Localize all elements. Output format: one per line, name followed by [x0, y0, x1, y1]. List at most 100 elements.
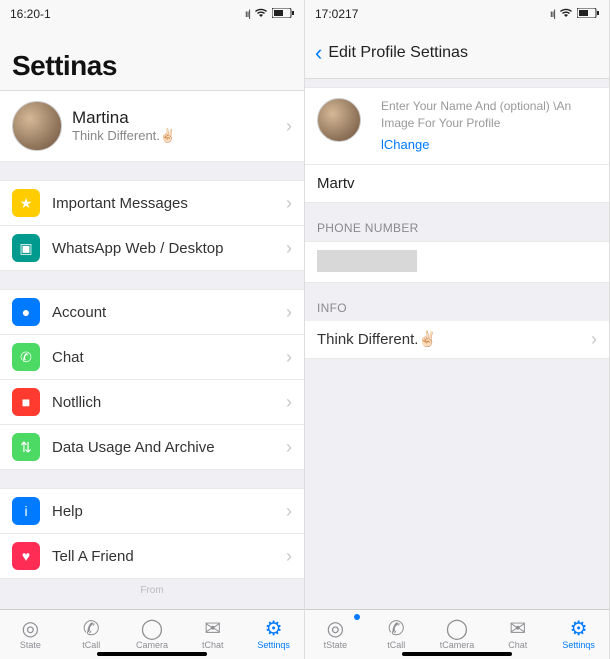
settings-item[interactable]: ✆ Chat›	[0, 335, 304, 380]
tab-icon: ✉	[204, 619, 221, 639]
settings-item[interactable]: ⇅Data Usage And Archive›	[0, 425, 304, 470]
desktop-icon: ▣	[12, 234, 40, 262]
item-label: Notllich	[52, 394, 286, 411]
phone-section-label: PHONE NUMBER	[305, 203, 609, 241]
tab-settinqs[interactable]: ⚙Settinqs	[548, 610, 609, 659]
footer-text: From	[0, 579, 304, 602]
tab-state[interactable]: ◎State	[0, 610, 61, 659]
tab-icon: ✉	[509, 619, 526, 639]
chevron-right-icon: ›	[286, 193, 292, 214]
chevron-right-icon: ›	[286, 437, 292, 458]
settings-list[interactable]: Martina Think Different.✌🏻 › ★ Important …	[0, 91, 304, 609]
settings-item[interactable]: ▣ WhatsApp Web / Desktop›	[0, 226, 304, 271]
bell-icon: ■	[12, 388, 40, 416]
status-indicators: ıı|	[550, 7, 599, 21]
wifi-icon	[254, 7, 268, 21]
home-indicator[interactable]	[402, 652, 512, 656]
info-icon: i	[12, 497, 40, 525]
hint-text: Enter Your Name And (optional) \An Image…	[381, 99, 571, 130]
profile-name: Martina	[72, 108, 286, 128]
tab-tstate[interactable]: ◎tState	[305, 610, 366, 659]
item-label: Important Messages	[52, 195, 286, 212]
phone-block	[305, 241, 609, 283]
avatar	[12, 101, 62, 151]
group-3: iHelp›♥Tell A Friend›	[0, 488, 304, 579]
profile-edit-block: Enter Your Name And (optional) \An Image…	[305, 87, 609, 165]
tab-icon: ✆	[83, 619, 100, 639]
header: Settinas	[0, 28, 304, 91]
page-title: Edit Profile Settinas	[328, 44, 468, 62]
status-bar: 17:0217 ıı|	[305, 0, 609, 28]
battery-icon	[577, 7, 599, 21]
wifi-icon	[559, 7, 573, 21]
heart-icon: ♥	[12, 542, 40, 570]
tab-icon: ✆	[388, 619, 405, 639]
cellular-icon: ıı|	[550, 9, 555, 20]
tab-label: Settinqs	[257, 640, 290, 650]
name-input[interactable]: Martv	[305, 165, 609, 203]
chat-icon: ✆	[12, 343, 40, 371]
info-row[interactable]: Think Different.✌🏻 ›	[305, 321, 609, 359]
item-label: Chat	[52, 349, 286, 366]
phone-number-redacted	[317, 250, 417, 272]
info-section-label: INFO	[305, 283, 609, 321]
chevron-right-icon: ›	[286, 501, 292, 522]
chevron-right-icon: ›	[286, 347, 292, 368]
tab-icon: ◎	[327, 619, 344, 639]
settings-item[interactable]: ♥ Tell A Friend›	[0, 534, 304, 579]
profile-status: Think Different.✌🏻	[72, 128, 286, 144]
settings-screen: 16:20-1 ıı| Settinas Martina Think Diffe…	[0, 0, 305, 659]
tab-settinqs[interactable]: ⚙Settinqs	[243, 610, 304, 659]
tab-icon: ◯	[141, 619, 163, 639]
key-icon: ●	[12, 298, 40, 326]
data-icon: ⇅	[12, 433, 40, 461]
chevron-right-icon: ›	[286, 392, 292, 413]
profile-row[interactable]: Martina Think Different.✌🏻 ›	[0, 91, 304, 162]
tab-label: tCamera	[440, 640, 475, 650]
tab-icon: ◯	[446, 619, 468, 639]
tab-icon: ◎	[22, 619, 39, 639]
back-icon[interactable]: ‹	[315, 40, 322, 66]
status-bar: 16:20-1 ıı|	[0, 0, 304, 28]
settings-item[interactable]: ■ Notllich›	[0, 380, 304, 425]
settings-item[interactable]: ● Account›	[0, 289, 304, 335]
edit-profile-screen: 17:0217 ıı| ‹ Edit Profile Settinas Ente…	[305, 0, 610, 659]
status-indicators: ıı|	[245, 7, 294, 21]
cellular-icon: ıı|	[245, 9, 250, 20]
chevron-right-icon: ›	[591, 329, 597, 350]
tab-label: tCall	[387, 640, 405, 650]
notification-dot	[354, 614, 360, 620]
chevron-right-icon: ›	[286, 116, 292, 137]
chevron-right-icon: ›	[286, 238, 292, 259]
settings-item[interactable]: ★ Important Messages›	[0, 180, 304, 226]
tab-icon: ⚙	[265, 619, 283, 639]
tab-label: tChat	[202, 640, 224, 650]
status-time: 17:0217	[315, 7, 358, 21]
tab-label: State	[20, 640, 41, 650]
tab-icon: ⚙	[570, 619, 588, 639]
status-time: 16:20-1	[10, 7, 51, 21]
info-value: Think Different.✌🏻	[317, 330, 591, 348]
item-label: WhatsApp Web / Desktop	[52, 240, 286, 257]
battery-icon	[272, 7, 294, 21]
header: ‹ Edit Profile Settinas	[305, 28, 609, 79]
item-label: Tell A Friend	[52, 548, 286, 565]
settings-item[interactable]: i Help›	[0, 488, 304, 534]
group-2: ●Account›✆Chat›■Notllich›⇅Data Usage And…	[0, 289, 304, 470]
tab-label: tState	[324, 640, 348, 650]
item-label: Help	[52, 503, 286, 520]
avatar[interactable]	[317, 98, 361, 142]
chevron-right-icon: ›	[286, 302, 292, 323]
page-title: Settinas	[0, 28, 304, 90]
star-icon: ★	[12, 189, 40, 217]
group-1: ★Important Messages›▣WhatsApp Web / Desk…	[0, 180, 304, 271]
chevron-right-icon: ›	[286, 546, 292, 567]
tab-label: Settinqs	[562, 640, 595, 650]
home-indicator[interactable]	[97, 652, 207, 656]
tab-label: tCall	[82, 640, 100, 650]
edit-content[interactable]: Enter Your Name And (optional) \An Image…	[305, 79, 609, 609]
change-link[interactable]: lChange	[381, 136, 597, 154]
tab-label: Camera	[136, 640, 168, 650]
item-label: Account	[52, 304, 286, 321]
tab-label: Chat	[508, 640, 527, 650]
